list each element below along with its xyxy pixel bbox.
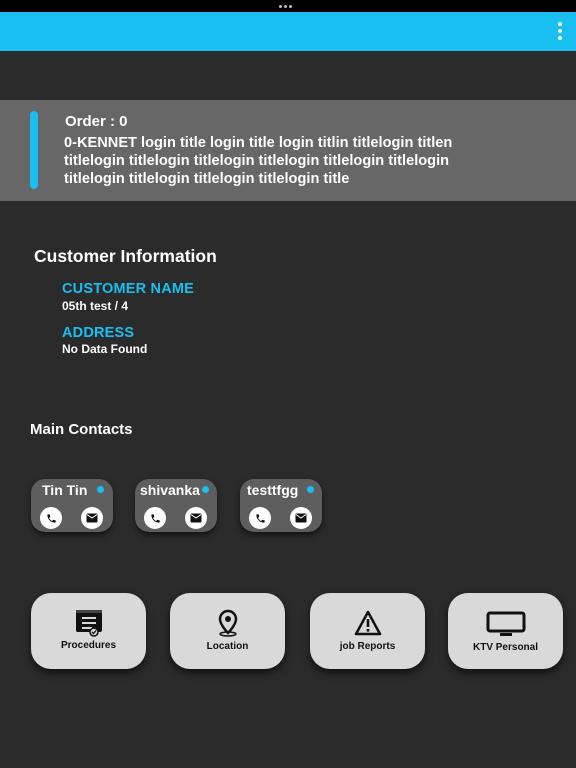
status-bar (0, 0, 576, 12)
order-title: 0-KENNET login title login title login t… (64, 135, 453, 187)
location-button[interactable]: Location (170, 593, 285, 669)
status-dot-icon (202, 486, 209, 493)
procedures-button[interactable]: Procedures (31, 593, 146, 669)
location-pin-icon (218, 609, 237, 637)
warning-icon (354, 610, 381, 636)
order-accent-bar (30, 111, 38, 189)
phone-button[interactable] (40, 507, 62, 529)
location-label: Location (206, 641, 249, 652)
phone-button[interactable] (249, 507, 271, 529)
main-contacts-title: Main Contacts (30, 421, 133, 438)
more-options-icon[interactable] (552, 22, 568, 42)
contact-card[interactable]: testtfgg (240, 479, 322, 532)
email-button[interactable] (185, 507, 207, 529)
contact-card[interactable]: shivanka (135, 479, 217, 532)
contact-name: shivanka (140, 482, 200, 498)
customer-name-value: 05th test / 4 (62, 299, 129, 313)
procedures-icon (75, 610, 102, 637)
status-dot-icon (97, 486, 104, 493)
phone-icon (255, 513, 265, 523)
job-reports-label: job Reports (339, 641, 396, 652)
mail-icon (86, 513, 98, 523)
status-dot-icon (307, 486, 314, 493)
address-label: ADDRESS (62, 325, 135, 341)
order-card: Order : 0 0-KENNET login title login tit… (0, 100, 576, 201)
mail-icon (190, 513, 202, 523)
contact-name: testtfgg (247, 482, 299, 498)
address-value: No Data Found (62, 342, 148, 356)
phone-button[interactable] (144, 507, 166, 529)
order-number: Order : 0 (65, 113, 128, 130)
contact-card[interactable]: Tin Tin (31, 479, 113, 532)
contact-name: Tin Tin (42, 482, 88, 498)
ktv-personal-button[interactable]: KTV Personal (448, 593, 563, 669)
email-button[interactable] (81, 507, 103, 529)
procedures-label: Procedures (60, 640, 117, 651)
app-bar (0, 12, 576, 51)
multitask-dots-icon[interactable] (279, 2, 297, 10)
phone-icon (46, 513, 56, 523)
mail-icon (295, 513, 307, 523)
job-reports-button[interactable]: job Reports (310, 593, 425, 669)
email-button[interactable] (290, 507, 312, 529)
phone-icon (150, 513, 160, 523)
ktv-personal-label: KTV Personal (472, 642, 539, 653)
monitor-icon (486, 611, 525, 636)
customer-name-label: CUSTOMER NAME (62, 281, 195, 297)
customer-info-title: Customer Information (34, 246, 217, 266)
